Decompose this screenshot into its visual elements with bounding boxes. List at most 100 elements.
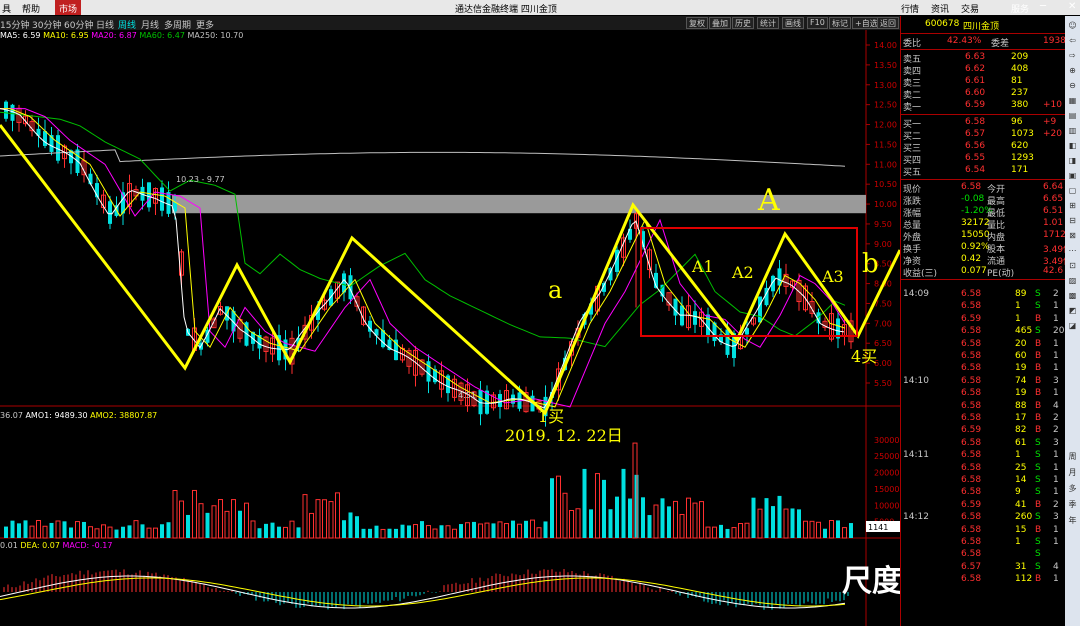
tick-row: 6.58 19 B 1 <box>961 388 1059 399</box>
volume-bar <box>211 505 217 539</box>
volume-bar <box>725 528 730 538</box>
ask-row: 卖五 6.63 209 <box>903 52 1029 65</box>
top-btn-news[interactable]: 资讯 <box>928 0 952 15</box>
volume-bar <box>36 519 41 539</box>
toolbar-icon[interactable]: ⋯ <box>1067 245 1078 256</box>
candle-body <box>43 131 47 146</box>
toolbar-icon[interactable]: ▨ <box>1067 275 1078 286</box>
period-shortcut[interactable]: 年 <box>1067 515 1078 526</box>
tick-row: 6.58 1 S 1 <box>961 301 1059 312</box>
vol-tick-label: 20000 <box>874 469 899 478</box>
toolbar-icon[interactable]: ⇨ <box>1067 50 1078 61</box>
volume-bar <box>257 528 262 538</box>
toolbar-icon[interactable]: ▢ <box>1067 185 1078 196</box>
toolbar-icon[interactable]: ◪ <box>1067 320 1078 331</box>
volume-bar <box>829 520 834 539</box>
wave-label-A2: A2 <box>731 263 754 282</box>
volume-bar <box>836 520 840 538</box>
toolbar-icon[interactable]: ⊡ <box>1067 260 1078 271</box>
toolbar-icon[interactable]: ⊟ <box>1067 215 1078 226</box>
volume-bar <box>823 528 827 538</box>
tick-row: 6.58 S <box>961 549 1041 560</box>
close-icon[interactable]: ✕ <box>1068 1 1076 12</box>
tick-row: 14:10 6.58 74 B 3 <box>903 375 1059 386</box>
toolbar-icon[interactable]: ⊠ <box>1067 230 1078 241</box>
volume-bar <box>608 509 613 538</box>
toolbar-icon[interactable]: ◧ <box>1067 140 1078 151</box>
minimize-icon[interactable]: ─ <box>1040 1 1046 12</box>
period-shortcut[interactable]: 周 <box>1067 451 1078 462</box>
volume-bar <box>699 501 704 539</box>
toolbar-icon[interactable]: ▥ <box>1067 125 1078 136</box>
tick-row: 6.58 20 B 1 <box>961 338 1059 349</box>
toolbar-icon[interactable]: ☺ <box>1067 20 1078 31</box>
quote-row: 净资 0.42 流通 3.49亿 <box>903 254 1073 267</box>
top-btn-trade[interactable]: 交易 <box>958 0 982 15</box>
toolbar-icon[interactable]: ◨ <box>1067 155 1078 166</box>
volume-bar <box>361 528 366 538</box>
price-tick-label: 5.50 <box>874 379 892 388</box>
kline-chart[interactable]: 14.00 13.50 13.00 12.50 12.00 11.50 11.00 10.50… <box>0 0 900 626</box>
volume-bar <box>641 497 645 538</box>
toolbar-icon[interactable]: ▣ <box>1067 170 1078 181</box>
volume-bar <box>550 478 554 538</box>
gap-label: 10.23 - 9.77 <box>176 175 225 184</box>
toolbar-icon[interactable]: ▤ <box>1067 110 1078 121</box>
stock-code: 600678 <box>925 19 960 29</box>
price-tick-label: 9.00 <box>874 240 892 249</box>
volume-bar <box>114 529 119 538</box>
toolbar-icon[interactable]: ⇦ <box>1067 35 1078 46</box>
tick-row: 6.58 1 S 1 <box>961 537 1059 547</box>
volume-bar <box>374 525 379 538</box>
volume-bar <box>146 527 152 539</box>
top-btn-quotes[interactable]: 行情 <box>898 0 922 15</box>
volume-bar <box>55 520 61 539</box>
price-tick-label: 9.50 <box>874 220 892 229</box>
volume-bar <box>133 520 139 539</box>
volume-bar <box>387 528 392 538</box>
wave-lines <box>0 124 900 416</box>
volume-bar <box>296 527 301 538</box>
volume-bar <box>394 528 398 538</box>
tick-row: 6.59 1 B 1 <box>961 313 1059 324</box>
volume-bar <box>172 489 178 539</box>
volume-bar <box>777 495 782 538</box>
volume-bar <box>127 525 132 538</box>
volume-bar <box>49 522 54 538</box>
toolbar-icon[interactable]: ⊖ <box>1067 80 1078 91</box>
volume-bar <box>205 512 210 538</box>
ask-row: 卖二 6.60 237 <box>903 88 1029 101</box>
toolbar-icon[interactable]: ▦ <box>1067 95 1078 106</box>
toolbar-icon[interactable]: ◩ <box>1067 305 1078 316</box>
volume-bar <box>309 512 314 539</box>
tick-row: 6.58 60 B 1 <box>961 351 1059 361</box>
volume-bar <box>42 525 48 539</box>
volume-bar <box>653 504 659 539</box>
volume-bar <box>107 526 113 539</box>
volume-bar <box>75 521 80 539</box>
tick-row: 6.58 112 B 1 <box>961 574 1059 585</box>
tick-row: 6.58 88 B 4 <box>961 400 1059 411</box>
toolbar-icon[interactable]: ⊕ <box>1067 65 1078 76</box>
period-shortcut[interactable]: 多 <box>1067 483 1078 494</box>
volume-bar <box>335 492 340 539</box>
toolbar-icon[interactable]: ⊞ <box>1067 200 1078 211</box>
volume-bar <box>692 502 698 539</box>
price-tick-label: 10.50 <box>874 180 897 189</box>
period-shortcut[interactable]: 月 <box>1067 467 1078 478</box>
wave-label-b: b <box>862 249 879 279</box>
volume-bar <box>88 526 93 539</box>
volume-bar <box>413 524 418 539</box>
volume-bar <box>244 502 249 539</box>
period-shortcut[interactable]: 季 <box>1067 499 1078 510</box>
wave-label-a: a <box>548 276 562 304</box>
price-tick-label: 12.00 <box>874 121 897 130</box>
quote-row: 收益(三) 0.077 PE(动) 42.6 <box>903 266 1064 279</box>
top-btn-service[interactable]: 服务 <box>1008 0 1032 15</box>
volume-bar <box>575 508 581 539</box>
volume-bar <box>589 509 593 538</box>
volume-bar <box>348 512 353 538</box>
toolbar-icon[interactable]: ▩ <box>1067 290 1078 301</box>
volume-bar <box>478 523 483 539</box>
volume-bar <box>62 521 67 538</box>
